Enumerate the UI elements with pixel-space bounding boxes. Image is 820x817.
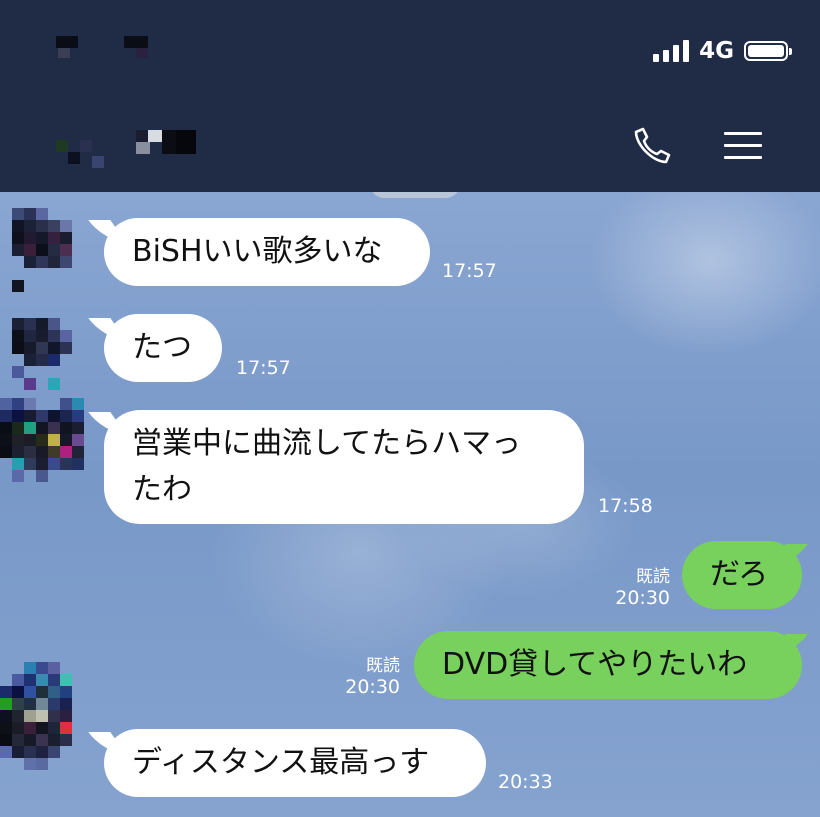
signal-strength-icon [653, 40, 690, 62]
message-time: 20:30 [345, 676, 400, 698]
message-bubble-incoming[interactable]: たつ [104, 314, 222, 382]
status-bar-right: 4G [653, 37, 792, 65]
message-bubble-incoming[interactable]: BiSHいい歌多いな [104, 218, 430, 286]
message-time: 17:57 [442, 260, 497, 282]
battery-icon [744, 41, 792, 61]
message-bubble-incoming[interactable]: 営業中に曲流してたらハマっ たわ [104, 410, 584, 524]
chat-header: 4G [0, 0, 820, 192]
message-time: 20:33 [498, 771, 553, 793]
call-button[interactable] [628, 122, 676, 170]
chat-message-area[interactable]: BiSHいい歌多いな 17:57 たつ 17:57 営業中に曲流してたらハマっ … [0, 192, 820, 817]
header-title-row [0, 118, 820, 174]
network-type-label: 4G [699, 38, 734, 64]
message-time: 20:30 [615, 587, 670, 609]
message-text: だろ [710, 557, 769, 592]
contact-name-pixelated[interactable] [136, 130, 196, 156]
contact-avatar-pixelated[interactable] [52, 128, 104, 170]
message-text-line: 営業中に曲流してたらハマっ [132, 426, 522, 461]
message-text: たつ [132, 330, 192, 365]
message-bubble-outgoing[interactable]: だろ [682, 541, 802, 609]
read-receipt: 既読 [366, 656, 400, 676]
previous-bubble-edge [370, 192, 460, 198]
message-time: 17:57 [236, 357, 291, 379]
phone-icon [634, 127, 671, 164]
read-receipt: 既読 [636, 567, 670, 587]
message-bubble-incoming[interactable]: ディスタンス最高っす [104, 729, 486, 797]
message-text: DVD貸してやりたいわ [442, 647, 748, 682]
status-bar-left-pixelated [52, 36, 152, 64]
sender-avatar[interactable] [0, 398, 96, 498]
sender-avatar[interactable] [0, 196, 96, 292]
hamburger-menu-icon [724, 132, 762, 135]
message-time: 17:58 [598, 495, 653, 517]
message-text: ディスタンス最高っす [132, 745, 430, 780]
sender-avatar[interactable] [0, 306, 96, 402]
sender-avatar[interactable] [0, 662, 96, 802]
message-text-line: たわ [132, 472, 192, 507]
menu-button[interactable] [720, 126, 766, 166]
message-bubble-outgoing[interactable]: DVD貸してやりたいわ [414, 631, 802, 699]
message-text: BiSHいい歌多いな [132, 234, 383, 269]
